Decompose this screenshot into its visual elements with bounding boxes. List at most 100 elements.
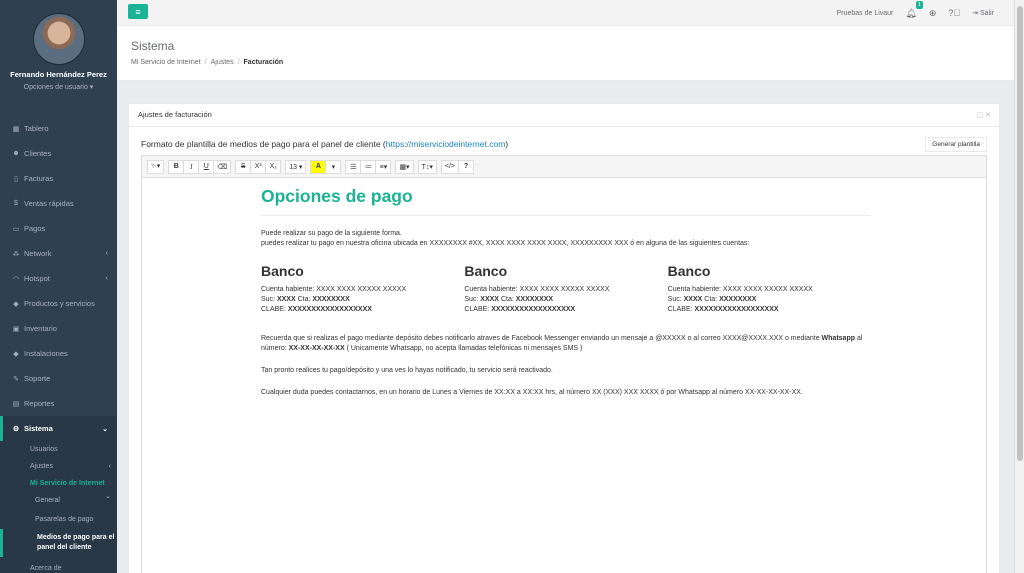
rich-text-editor: ✨︎▾ B I U ⌫ S X² X₂ 13 ▾ A ▾ ☰ ≔ ≡▾ ▦▾ T… (141, 155, 987, 573)
editor-toolbar: ✨︎▾ B I U ⌫ S X² X₂ 13 ▾ A ▾ ☰ ≔ ≡▾ ▦▾ T… (142, 156, 986, 178)
strikethrough-button[interactable]: S (235, 159, 252, 174)
billing-settings-panel: Ajustes de facturación ▢ ✕ Formato de pl… (129, 102, 999, 573)
menu-toggle-button[interactable]: ≡ (128, 4, 148, 19)
bank-cta: XXXXXXXX (719, 296, 757, 303)
ordered-list-icon[interactable]: ≔ (360, 159, 377, 174)
sidebar-item-facturas[interactable]: ▯ Facturas (0, 166, 117, 191)
intro-line-2: puedes realizar tu pago en nuestra ofici… (261, 240, 750, 247)
table-icon[interactable]: ▦▾ (395, 159, 414, 174)
generate-template-button[interactable]: Generar plantilla (925, 137, 987, 152)
users-icon: ☻ (12, 150, 20, 157)
company-name[interactable]: Pruebas de Livaur (837, 10, 894, 17)
bank-name: Banco (464, 263, 508, 279)
avatar[interactable] (32, 13, 85, 65)
panel-title: Ajustes de facturación ▢ ✕ (129, 104, 999, 127)
reactivation-notice: Tan pronto realices tu pago/depósito y u… (261, 367, 553, 374)
line-height-icon[interactable]: T↕▾ (417, 159, 437, 174)
eraser-icon[interactable]: ⌫ (213, 159, 232, 174)
highlight-color-button[interactable]: A (310, 159, 327, 174)
cogs-icon: ⚙ (12, 425, 20, 433)
page-scrollbar[interactable] (1014, 0, 1024, 573)
profile: Fernando Hernández Perez Opciones de usu… (0, 0, 117, 116)
bullet-list-icon[interactable]: ☰ (345, 159, 362, 174)
logout-link[interactable]: ⇥ Salir (972, 9, 994, 17)
bank-card: Banco Cuenta habiente: XXXX XXXX XXXXX X… (464, 263, 667, 315)
bank-cta: XXXXXXXX (312, 296, 350, 303)
contact-notice: Cualquier duda puedes contactarnos, en u… (261, 389, 803, 396)
user-name: Fernando Hernández Perez (10, 70, 107, 79)
money-icon: ▭ (12, 225, 20, 233)
sidebar-subitem-general[interactable]: General ⌄ (0, 492, 117, 509)
close-icon[interactable]: ✕ (985, 112, 991, 119)
bank-accounts: Banco Cuenta habiente: XXXX XXXX XXXXX X… (261, 263, 871, 315)
sidebar-item-ventas[interactable]: $ Ventas rápidas (0, 191, 117, 216)
bank-clabe: XXXXXXXXXXXXXXXXXX (287, 306, 372, 313)
expand-icon[interactable]: ▢ (977, 112, 984, 119)
sidebar-item-tablero[interactable]: ▦ Tablero (0, 116, 117, 141)
help-icon[interactable]: ?⃝ (948, 8, 960, 18)
breadcrumb-item[interactable]: Ajustes (211, 59, 234, 66)
breadcrumb-current: Facturación (243, 59, 284, 66)
scrollbar-thumb[interactable] (1017, 6, 1023, 461)
sidebar-item-soporte[interactable]: ✎ Soporte (0, 366, 117, 391)
bank-holder: Cuenta habiente: XXXX XXXX XXXXX XXXXX (667, 286, 813, 293)
dashboard-icon: ▦ (12, 125, 20, 133)
tag-icon: ◆ (13, 350, 19, 358)
template-title: Opciones de pago (261, 186, 871, 216)
subscript-button[interactable]: X₂ (265, 159, 282, 174)
wifi-icon: ◠ (12, 275, 20, 283)
bank-name: Banco (667, 263, 711, 279)
sidebar-subitem-usuarios[interactable]: Usuarios (0, 441, 117, 458)
sidebar-item-reportes[interactable]: ▤ Reportes (0, 391, 117, 416)
color-dropdown-icon[interactable]: ▾ (325, 159, 342, 174)
sidebar-subitem-medios-pago[interactable]: Medios de pago para el panel del cliente (0, 529, 117, 557)
cubes-icon: ▣ (12, 325, 20, 333)
page-heading: Sistema Mi Servicio de Internet / Ajustes /… (117, 26, 1014, 81)
help-button[interactable]: ? (458, 159, 474, 174)
chevron-left-icon: ‹ (105, 250, 108, 257)
magic-wand-icon[interactable]: ✨︎▾ (147, 159, 165, 174)
sidebar-subitem-mi-servicio[interactable]: Mi Servicio de Internet (0, 475, 117, 492)
bank-clabe: XXXXXXXXXXXXXXXXXX (491, 306, 576, 313)
notifications-button[interactable]: 🔔︎ 1 (905, 0, 923, 19)
sidebar-subitem-acerca[interactable]: Acerca de (0, 557, 117, 573)
sidebar-item-productos[interactable]: ◆ Productos y servicios (0, 291, 117, 316)
sidebar-item-hotspot[interactable]: ◠ Hotspot ‹ (0, 266, 117, 291)
bank-suc: XXXX (683, 296, 703, 303)
bank-clabe: XXXXXXXXXXXXXXXXXX (694, 306, 779, 313)
hamburger-icon: ≡ (135, 6, 141, 17)
book-icon: ▤ (12, 400, 20, 408)
support-icon[interactable]: ⊕ (929, 8, 937, 19)
code-view-button[interactable]: </> (440, 159, 459, 174)
sidebar-subitem-pasarelas[interactable]: Pasarelas de pago (0, 509, 117, 529)
sidebar: Fernando Hernández Perez Opciones de usu… (0, 0, 117, 573)
align-icon[interactable]: ≡▾ (375, 159, 392, 174)
font-size-select[interactable]: 13 ▾ (285, 159, 307, 174)
sidebar-subitem-ajustes[interactable]: Ajustes ‹ (0, 458, 117, 475)
wrench-icon: ✎ (13, 375, 19, 383)
sistema-submenu: Usuarios Ajustes ‹ Mi Servicio de Interne… (0, 441, 117, 573)
panel-tools: ▢ ✕ (977, 111, 991, 119)
bell-icon: 🔔︎ (905, 7, 917, 18)
editor-content[interactable]: Opciones de pago Puede realizar su pago … (261, 186, 871, 398)
superscript-button[interactable]: X² (250, 159, 267, 174)
top-right-tools: Pruebas de Livaur 🔔︎ 1 ⊕ ?⃝ ⇥ Salir (825, 0, 994, 26)
client-panel-link[interactable]: https://miserviciodeinternet.com (386, 139, 506, 149)
file-icon: ▯ (14, 175, 18, 183)
user-options-dropdown[interactable]: Opciones de usuario ▾ (0, 83, 117, 91)
breadcrumb-item[interactable]: Mi Servicio de Internet (131, 59, 201, 66)
bold-button[interactable]: B (168, 159, 185, 174)
sidebar-item-inventario[interactable]: ▣ Inventario (0, 316, 117, 341)
sidebar-item-clientes[interactable]: ☻ Clientes (0, 141, 117, 166)
chevron-left-icon: ‹ (108, 463, 111, 470)
chevron-down-icon: ⌄ (102, 425, 108, 433)
sidebar-item-sistema[interactable]: ⚙ Sistema ⌄ (0, 416, 117, 441)
sidebar-item-pagos[interactable]: ▭ Pagos (0, 216, 117, 241)
sidebar-item-instalaciones[interactable]: ◆ Instalaciones (0, 341, 117, 366)
italic-button[interactable]: I (183, 159, 200, 174)
sidebar-item-network[interactable]: ⁂ Network ‹ (0, 241, 117, 266)
notification-count-badge: 1 (915, 0, 923, 9)
underline-button[interactable]: U (198, 159, 215, 174)
bank-name: Banco (261, 263, 304, 279)
bank-card: Banco Cuenta habiente: XXXX XXXX XXXXX X… (261, 263, 464, 315)
